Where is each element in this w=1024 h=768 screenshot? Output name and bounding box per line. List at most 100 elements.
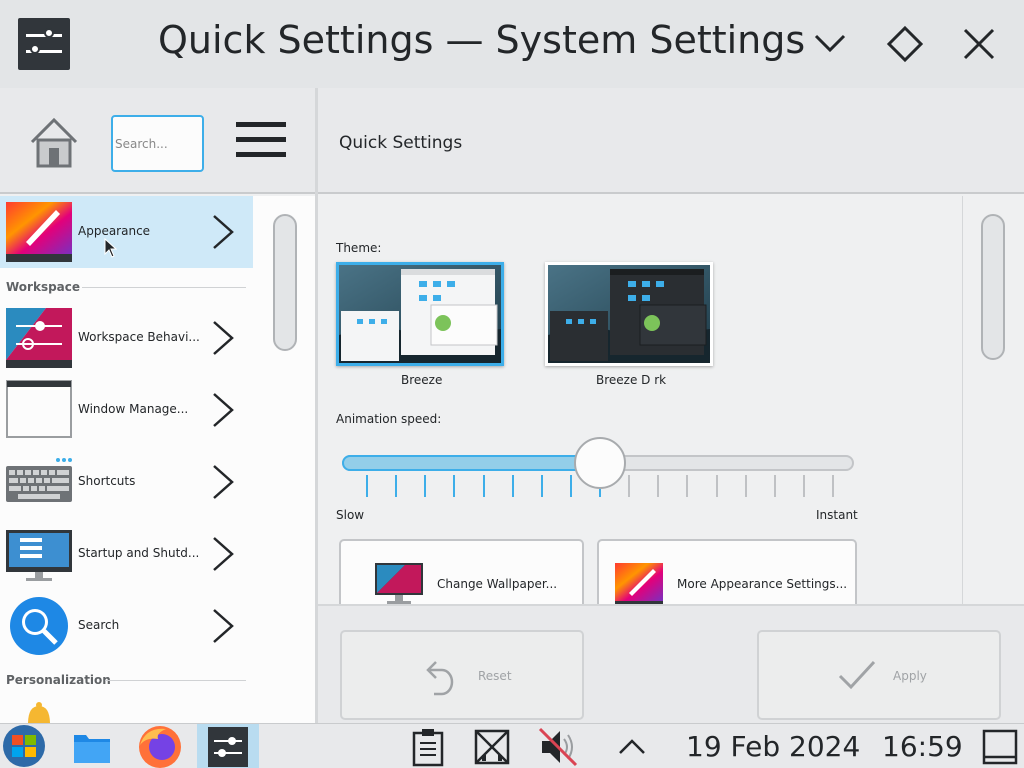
slider-max-label: Instant [816,508,858,522]
breeze-preview-image [339,265,501,363]
chevron-right-icon [213,321,234,355]
appearance-icon [615,563,663,607]
section-personalization: Personalization [6,673,111,687]
taskbar-date[interactable]: 19 Feb 2024 [686,730,860,763]
sidebar-item-search[interactable]: Search [0,590,253,662]
reset-button[interactable]: Reset [340,630,584,720]
slider-tick [424,475,427,497]
checkmark-icon [838,660,876,690]
slider-tick [686,475,689,497]
close-icon[interactable] [957,22,1001,66]
sidebar-item-startup-shutdown[interactable]: Startup and Shutd... [0,518,253,590]
home-icon[interactable] [28,116,80,168]
undo-icon [426,661,454,696]
search-placeholder: Search... [115,137,168,151]
system-tray-expand-icon[interactable] [612,727,652,767]
theme-preview-breeze-dark[interactable] [545,262,713,366]
sidebar-item-label: Shortcuts [78,474,136,488]
toolbar: Search... Quick Settings [0,88,1024,194]
sidebar-item-label: Startup and Shutd... [78,546,200,560]
sidebar-item-label: Appearance [78,224,151,238]
slider-tick [366,475,368,497]
breeze-dark-preview-image [548,265,710,363]
monitor-icon [6,530,72,581]
slider-min-label: Slow [336,508,365,522]
minimize-chevron-down-icon[interactable] [808,22,852,66]
search-icon [10,597,68,655]
animation-speed-label: Animation speed: [336,412,442,426]
apply-button[interactable]: Apply [757,630,1001,720]
slider-tick [773,475,776,497]
theme-label: Theme: [336,241,382,255]
firefox-icon[interactable] [136,725,184,768]
maximize-diamond-icon[interactable] [883,22,927,66]
mouse-pointer-icon [104,238,118,258]
clipboard-icon[interactable] [408,727,448,767]
sidebar-item-label: Window Manage... [78,402,189,416]
sidebar-item-label: Search [78,618,120,632]
sidebar-item-workspace-behavior[interactable]: Workspace Behavi... [0,302,253,374]
slider-tick [482,475,485,497]
sidebar-item-label: Workspace Behavi... [78,330,200,344]
sidebar-scrollbar[interactable] [253,196,315,723]
slider-tick [540,475,543,497]
search-input[interactable]: Search... [111,115,204,172]
show-desktop-icon[interactable] [980,727,1020,767]
taskbar: 19 Feb 2024 16:59 [0,723,1024,768]
slider-tick [395,475,398,497]
content-scrollbar[interactable] [962,196,1024,604]
slider-tick [657,475,660,497]
chevron-right-icon [213,465,234,499]
animation-speed-slider-fill [342,455,600,471]
section-divider [105,680,246,681]
file-manager-icon[interactable] [72,727,112,767]
sidebar-item-window-management[interactable]: Window Manage... [0,374,253,446]
chevron-right-icon [213,609,234,643]
system-settings-task-icon[interactable] [208,727,248,767]
change-wallpaper-button[interactable]: Change Wallpaper... [339,539,584,609]
slider-tick [802,475,805,497]
section-workspace: Workspace [6,280,81,294]
appearance-icon [6,202,72,262]
chevron-right-icon [213,215,234,249]
footer-bar: Reset Apply [318,604,1024,723]
title-bar: Quick Settings — System Settings [0,0,1024,88]
theme-preview-breeze[interactable] [336,262,504,366]
content-scroll-thumb[interactable] [981,214,1005,360]
animation-speed-slider-handle[interactable] [574,437,626,489]
system-settings-app-icon [18,18,70,70]
more-appearance-settings-button[interactable]: More Appearance Settings... [597,539,857,609]
slider-tick [453,475,456,497]
workspace-behavior-icon [6,308,72,368]
change-wallpaper-label: Change Wallpaper... [437,577,558,591]
window-title: Quick Settings — System Settings [158,18,806,62]
slider-tick [832,475,834,497]
theme-name-breeze-dark: Breeze D rk [596,373,667,387]
apply-label: Apply [893,669,927,683]
keyboard-icon [6,458,72,502]
notifications-bell-icon [28,702,50,723]
slider-tick [715,475,718,497]
sidebar-item-shortcuts[interactable]: Shortcuts [0,446,253,518]
section-divider [82,287,246,288]
sidebar: Appearance Workspace Workspace Behavi...… [0,196,253,723]
hamburger-menu-icon[interactable] [236,122,286,162]
volume-muted-icon[interactable] [538,727,578,767]
chevron-right-icon [213,537,234,571]
taskbar-time[interactable]: 16:59 [882,730,963,763]
slider-tick [628,475,631,497]
slider-tick [569,475,572,497]
window-management-icon [6,380,72,438]
network-disconnected-icon[interactable] [472,727,512,767]
theme-name-breeze: Breeze [401,373,443,387]
wallpaper-monitor-icon [375,563,423,604]
reset-label: Reset [478,669,512,683]
chevron-right-icon [213,393,234,427]
more-appearance-label: More Appearance Settings... [677,577,848,591]
sidebar-item-appearance[interactable]: Appearance [0,196,253,268]
slider-tick [744,475,747,497]
slider-tick [511,475,514,497]
start-menu-icon[interactable] [2,724,46,768]
sidebar-scroll-thumb[interactable] [273,214,297,351]
page-title: Quick Settings [339,133,463,153]
